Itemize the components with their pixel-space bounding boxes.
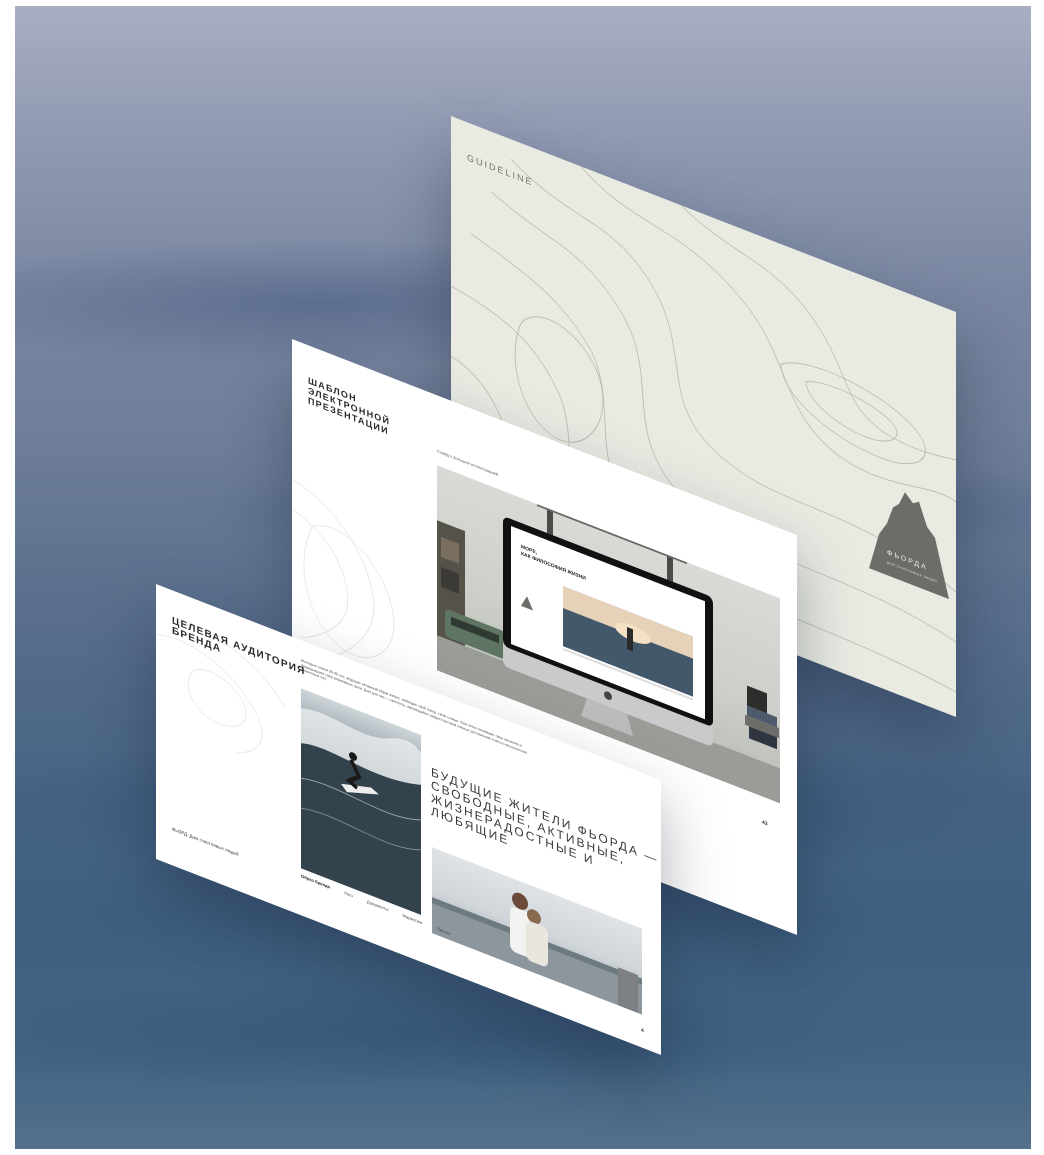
slide-title: ШАБЛОН ЭЛЕКТРОННОЙ ПРЕЗЕНТАЦИИ xyxy=(308,375,391,437)
nav-item-logo[interactable]: Лого xyxy=(344,890,353,898)
footer-brand: ФьОРД. Дом счастливых людей xyxy=(172,826,239,858)
page-number: 43 xyxy=(762,819,768,828)
page-number: 4 xyxy=(641,1027,644,1035)
blurred-sea-background: GUIDELINE ФЬОРДА ДОМ СЧАСТЛИВЫХ ЛЮДЕЙ ША… xyxy=(15,6,1031,1149)
